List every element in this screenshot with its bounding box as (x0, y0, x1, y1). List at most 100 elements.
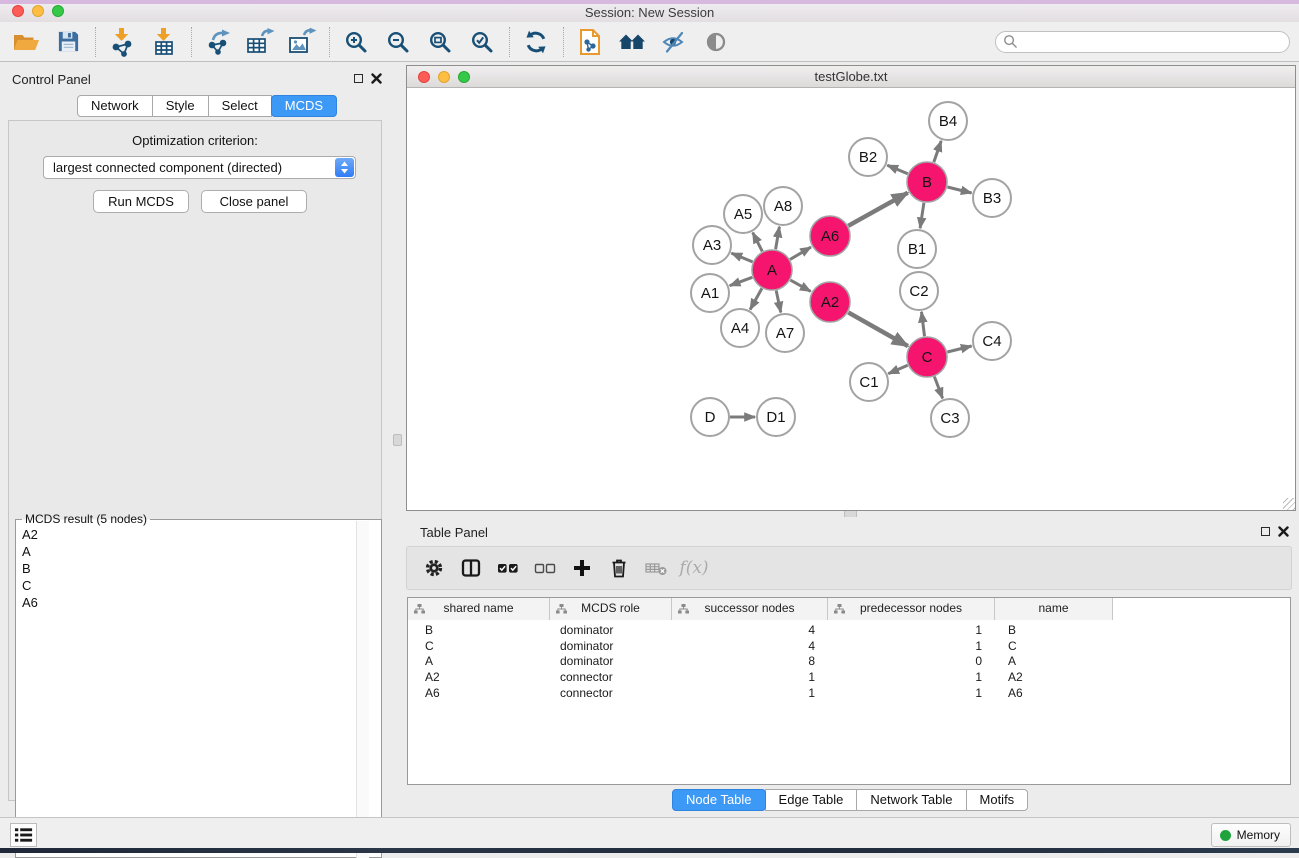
export-table-icon[interactable] (242, 25, 278, 59)
split-view-icon[interactable] (456, 553, 486, 583)
save-session-icon[interactable] (50, 25, 86, 59)
node-C4[interactable]: C4 (973, 322, 1011, 360)
node-B4[interactable]: B4 (929, 102, 967, 140)
home-layouts-icon[interactable] (614, 25, 650, 59)
refresh-icon[interactable] (518, 25, 554, 59)
edge-A6-B[interactable] (848, 193, 908, 226)
edge-A-A2[interactable] (790, 280, 810, 291)
delete-column-icon[interactable] (604, 553, 634, 583)
edge-A-A3[interactable] (731, 253, 752, 262)
import-network-icon[interactable] (104, 25, 140, 59)
edge-A2-C[interactable] (848, 312, 908, 346)
minimize-window-button[interactable] (32, 5, 44, 17)
zoom-fit-icon[interactable] (422, 25, 458, 59)
zoom-window-button[interactable] (52, 5, 64, 17)
result-item[interactable]: A6 (16, 594, 381, 611)
tab-network-table[interactable]: Network Table (856, 789, 966, 811)
result-item[interactable]: C (16, 577, 381, 594)
result-item[interactable]: A2 (16, 526, 381, 543)
node-B1[interactable]: B1 (898, 230, 936, 268)
criterion-dropdown[interactable]: largest connected component (directed) (43, 156, 356, 179)
zoom-selected-icon[interactable] (464, 25, 500, 59)
zoom-network-button[interactable] (458, 71, 470, 83)
edge-B-B2[interactable] (887, 165, 907, 174)
task-history-button[interactable] (10, 823, 37, 847)
column-header-successor-nodes[interactable]: successor nodes (672, 598, 828, 620)
node-A5[interactable]: A5 (724, 195, 762, 233)
edge-C-C3[interactable] (934, 377, 942, 399)
tab-network[interactable]: Network (77, 95, 153, 117)
node-A8[interactable]: A8 (764, 187, 802, 225)
table-row[interactable]: Adominator80A (408, 654, 1290, 670)
result-item[interactable]: B (16, 560, 381, 577)
tab-motifs[interactable]: Motifs (966, 789, 1029, 811)
memory-button[interactable]: Memory (1211, 823, 1291, 847)
node-A6[interactable]: A6 (810, 216, 850, 256)
node-C3[interactable]: C3 (931, 399, 969, 437)
window-resize-handle[interactable] (1283, 498, 1295, 510)
node-A1[interactable]: A1 (691, 274, 729, 312)
table-row[interactable]: Bdominator41B (408, 623, 1290, 639)
select-all-icon[interactable] (493, 553, 523, 583)
edge-A-A5[interactable] (753, 233, 763, 252)
show-all-icon[interactable] (698, 25, 734, 59)
edge-B-B1[interactable] (920, 203, 924, 228)
edge-C-C4[interactable] (947, 346, 971, 352)
add-column-icon[interactable] (567, 553, 597, 583)
vertical-splitter-grip[interactable] (393, 434, 402, 446)
table-row[interactable]: A6connector11A6 (408, 686, 1290, 702)
edge-A-A6[interactable] (790, 247, 811, 259)
network-canvas[interactable]: AA1A2A3A4A5A6A7A8BB1B2B3B4CC1C2C3C4DD1 (407, 88, 1295, 510)
edge-A-A1[interactable] (730, 277, 753, 285)
node-C2[interactable]: C2 (900, 272, 938, 310)
close-panel-button[interactable]: Close panel (201, 190, 307, 213)
run-mcds-button[interactable]: Run MCDS (93, 190, 189, 213)
node-D[interactable]: D (691, 398, 729, 436)
edge-A-A7[interactable] (776, 291, 781, 313)
tab-node-table[interactable]: Node Table (672, 789, 766, 811)
export-network-icon[interactable] (200, 25, 236, 59)
node-D1[interactable]: D1 (757, 398, 795, 436)
float-table-panel-icon[interactable] (1261, 527, 1270, 536)
column-header-shared-name[interactable]: shared name (408, 598, 550, 620)
deselect-all-icon[interactable] (530, 553, 560, 583)
node-A2[interactable]: A2 (810, 282, 850, 322)
edge-A-A8[interactable] (776, 227, 780, 250)
node-A7[interactable]: A7 (766, 314, 804, 352)
table-row[interactable]: A2connector11A2 (408, 670, 1290, 686)
delete-table-icon[interactable] (641, 553, 671, 583)
node-C1[interactable]: C1 (850, 363, 888, 401)
tab-style[interactable]: Style (152, 95, 209, 117)
zoom-out-icon[interactable] (380, 25, 416, 59)
column-header-predecessor-nodes[interactable]: predecessor nodes (828, 598, 995, 620)
node-C[interactable]: C (907, 337, 947, 377)
open-file-icon[interactable] (8, 25, 44, 59)
gear-icon[interactable] (419, 553, 449, 583)
tab-edge-table[interactable]: Edge Table (765, 789, 858, 811)
result-item[interactable]: A (16, 543, 381, 560)
hide-selected-icon[interactable] (656, 25, 692, 59)
import-table-icon[interactable] (146, 25, 182, 59)
close-window-button[interactable] (12, 5, 24, 17)
edge-C-C1[interactable] (888, 365, 907, 373)
column-header-MCDS-role[interactable]: MCDS role (550, 598, 672, 620)
edge-B-B4[interactable] (934, 141, 941, 162)
node-B3[interactable]: B3 (973, 179, 1011, 217)
edge-B-B3[interactable] (947, 187, 971, 193)
tab-select[interactable]: Select (208, 95, 272, 117)
table-row[interactable]: Cdominator41C (408, 639, 1290, 655)
column-header-name[interactable]: name (995, 598, 1113, 620)
edge-C-C2[interactable] (922, 312, 925, 336)
close-table-panel-icon[interactable] (1278, 526, 1289, 537)
minimize-network-button[interactable] (438, 71, 450, 83)
node-A[interactable]: A (752, 250, 792, 290)
export-image-icon[interactable] (284, 25, 320, 59)
tab-mcds[interactable]: MCDS (271, 95, 337, 117)
search-input[interactable] (995, 31, 1290, 53)
result-scrollbar[interactable] (356, 521, 369, 858)
close-network-button[interactable] (418, 71, 430, 83)
node-B[interactable]: B (907, 162, 947, 202)
node-B2[interactable]: B2 (849, 138, 887, 176)
zoom-in-icon[interactable] (338, 25, 374, 59)
node-A3[interactable]: A3 (693, 226, 731, 264)
